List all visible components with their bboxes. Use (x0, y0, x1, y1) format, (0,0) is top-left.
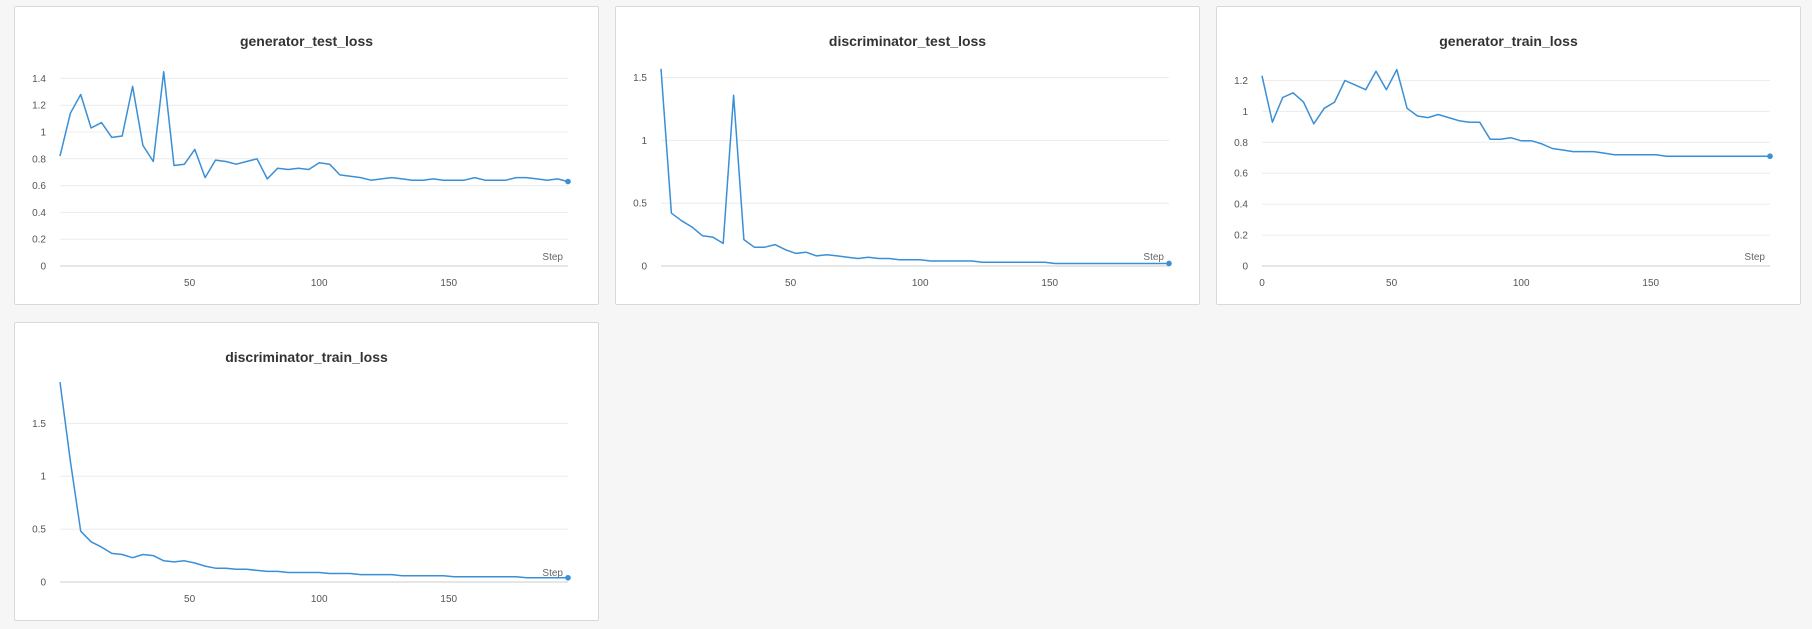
x-tick-label: 100 (311, 594, 328, 605)
y-tick-label: 1.5 (633, 73, 647, 84)
series-line (1261, 68, 1770, 157)
y-tick-label: 1.5 (32, 419, 46, 430)
x-axis-label: Step (542, 252, 563, 263)
y-tick-label: 0.6 (32, 181, 46, 192)
chart-panel-generator-test-loss: generator_test_loss 0 0.2 0.4 0.6 0.8 1 1.2 1.4… (14, 6, 599, 305)
y-tick-label: 0.6 (1234, 169, 1248, 180)
x-tick-label: 50 (785, 278, 797, 289)
y-tick-label: 0 (641, 262, 647, 273)
y-tick-label: 1 (1242, 107, 1248, 118)
chart-svg-generator-test-loss[interactable]: 0 0.2 0.4 0.6 0.8 1 1.2 1.4 50 100 150 Step (15, 7, 599, 305)
series-endpoint (565, 178, 571, 185)
x-tick-label: 150 (1041, 278, 1058, 289)
y-tick-label: 1 (40, 472, 46, 483)
chart-svg-discriminator-train-loss[interactable]: 00.511.550 100 150Step (15, 323, 599, 621)
series-endpoint (1767, 153, 1773, 160)
series-line (660, 68, 1169, 265)
series-endpoint (565, 574, 571, 581)
x-tick-label: 100 (1513, 278, 1530, 289)
y-tick-label: 0.2 (32, 235, 46, 246)
y-tick-label: 0 (1242, 262, 1248, 273)
y-tick-label: 1.2 (32, 101, 46, 112)
chart-svg-discriminator-test-loss[interactable]: 0 0.5 1 1.5 50 100 150 Step (616, 7, 1200, 305)
series-line (59, 382, 568, 579)
x-tick-label: 50 (1386, 278, 1398, 289)
x-axis-label: Step (1143, 252, 1164, 263)
x-tick-label: 150 (440, 278, 457, 289)
x-tick-label: 50 (184, 594, 196, 605)
chart-panel-generator-train-loss: generator_train_loss 0 0.2 0.4 0.6 0.8 1 1.2 0 5… (1216, 6, 1801, 305)
y-tick-label: 0 (40, 262, 46, 273)
y-tick-label: 0.8 (1234, 138, 1248, 149)
x-tick-label: 100 (912, 278, 929, 289)
x-tick-label: 0 (1259, 278, 1265, 289)
x-tick-label: 150 (1642, 278, 1659, 289)
y-tick-label: 1 (641, 136, 647, 147)
y-tick-label: 1.2 (1234, 76, 1248, 87)
x-tick-label: 100 (311, 278, 328, 289)
y-tick-label: 1 (40, 128, 46, 139)
y-tick-label: 0.4 (32, 208, 46, 219)
y-tick-label: 0.2 (1234, 231, 1248, 242)
x-tick-label: 50 (184, 278, 196, 289)
y-tick-label: 0.5 (633, 199, 647, 210)
chart-panel-discriminator-test-loss: discriminator_test_loss 0 0.5 1 1.5 50 100 150… (615, 6, 1200, 305)
x-axis-label: Step (1744, 252, 1765, 263)
chart-panel-discriminator-train-loss: discriminator_train_loss 0 0.5 1 1.5 50 100 15… (14, 322, 599, 621)
series-line (59, 70, 569, 183)
y-tick-label: 1.4 (32, 74, 46, 85)
chart-svg-generator-train-loss[interactable]: 0 0.2 0.4 0.6 0.8 1 1.2 0 50 100 150 Step (1217, 7, 1801, 305)
x-tick-label: 150 (440, 594, 457, 605)
series-endpoint (1166, 260, 1172, 267)
y-tick-label: 0.4 (1234, 200, 1248, 211)
y-tick-label: 0.8 (32, 154, 46, 165)
y-tick-label: 0 (40, 578, 46, 589)
y-tick-label: 0.5 (32, 525, 46, 536)
